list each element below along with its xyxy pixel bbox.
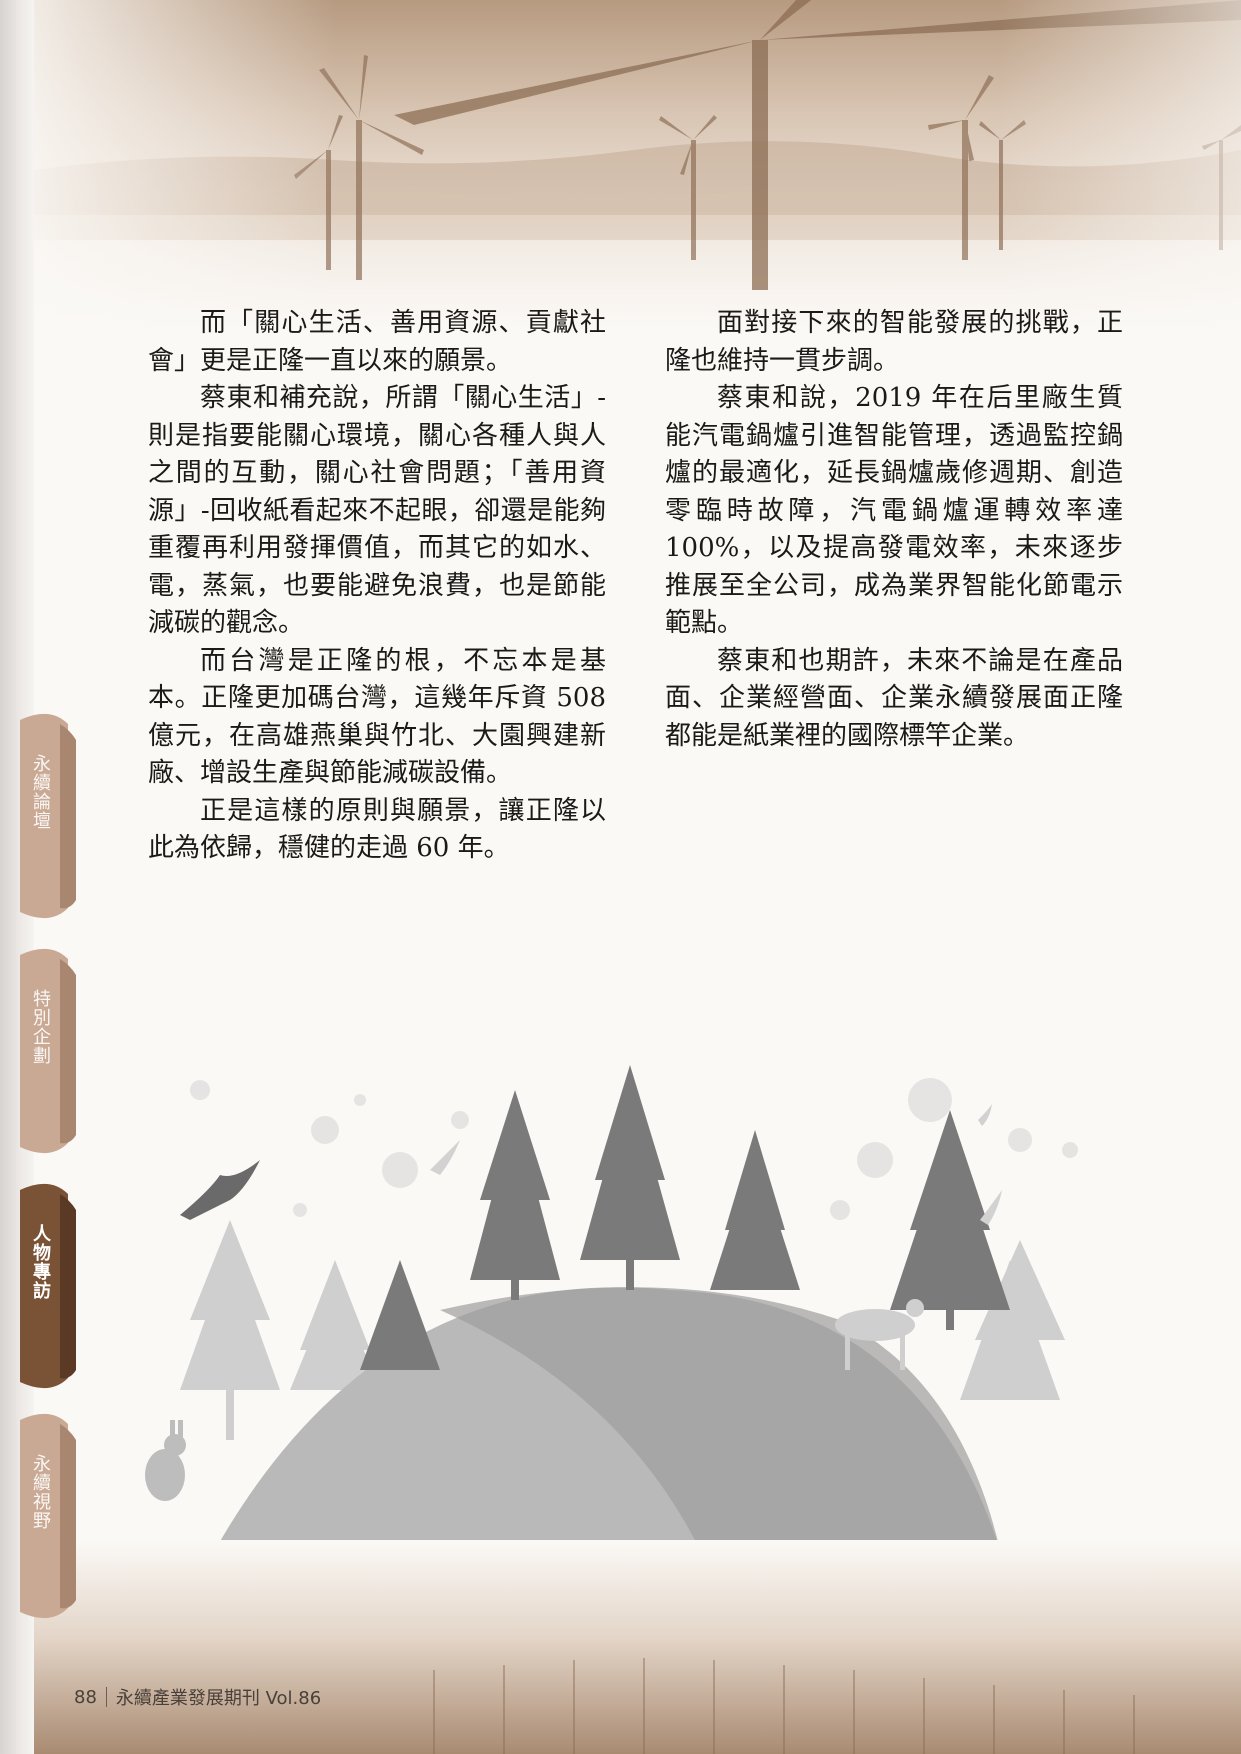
- page-footer: 88 永續產業發展期刊 Vol.86: [74, 1684, 321, 1710]
- article-right-column: 面對接下來的智能發展的挑戰，正隆也維持一貫步調。 蔡東和說，2019 年在后里廠…: [665, 305, 1123, 755]
- footer-solar-panel-photo: [34, 1540, 1241, 1754]
- side-tab-label: 永續論壇: [30, 754, 51, 830]
- magazine-page: 而「關心生活、善用資源、貢獻社會」更是正隆一直以來的願景。 蔡東和補充說，所謂「…: [0, 0, 1241, 1754]
- paragraph: 蔡東和補充說，所謂「關心生活」-則是指要能關心環境，關心各種人與人之間的互動，關…: [148, 383, 606, 638]
- side-tab-label: 特別企劃: [30, 989, 51, 1065]
- paragraph: 而台灣是正隆的根，不忘本是基本。正隆更加碼台灣，這幾年斥資 508 億元，在高雄…: [148, 645, 606, 789]
- paragraph: 蔡東和說，2019 年在后里廠生質能汽電鍋爐引進智能管理，透過監控鍋爐的最適化，…: [665, 383, 1123, 638]
- bird-icon: [180, 1160, 260, 1220]
- side-tab-sustainability-vision[interactable]: 永續視野: [20, 1410, 78, 1622]
- paragraph: 面對接下來的智能發展的挑戰，正隆也維持一貫步調。: [665, 308, 1123, 376]
- paragraph: 正是這樣的原則與願景，讓正隆以此為依歸，穩健的走過 60 年。: [148, 795, 606, 864]
- forest-hill-illustration: [145, 1065, 1078, 1550]
- side-tab-sustainability-forum[interactable]: 永續論壇: [20, 710, 78, 922]
- footer-divider: [105, 1687, 107, 1707]
- side-tab-interview[interactable]: 人物專訪: [20, 1180, 78, 1392]
- side-tab-label: 人物專訪: [30, 1224, 51, 1300]
- page-number: 88: [74, 1686, 97, 1708]
- side-tab-label: 永續視野: [30, 1454, 51, 1530]
- side-tab-special-feature[interactable]: 特別企劃: [20, 945, 78, 1157]
- paragraph: 蔡東和也期許，未來不論是在產品面、企業經營面、企業永續發展面正隆都能是紙業裡的國…: [665, 645, 1123, 751]
- publication-title: 永續產業發展期刊 Vol.86: [115, 1688, 322, 1709]
- article-left-column: 而「關心生活、善用資源、貢獻社會」更是正隆一直以來的願景。 蔡東和補充說，所謂「…: [148, 305, 606, 868]
- paragraph: 而「關心生活、善用資源、貢獻社會」更是正隆一直以來的願景。: [148, 308, 606, 376]
- rabbit-icon: [145, 1420, 186, 1501]
- header-wind-turbine-photo: [34, 0, 1241, 330]
